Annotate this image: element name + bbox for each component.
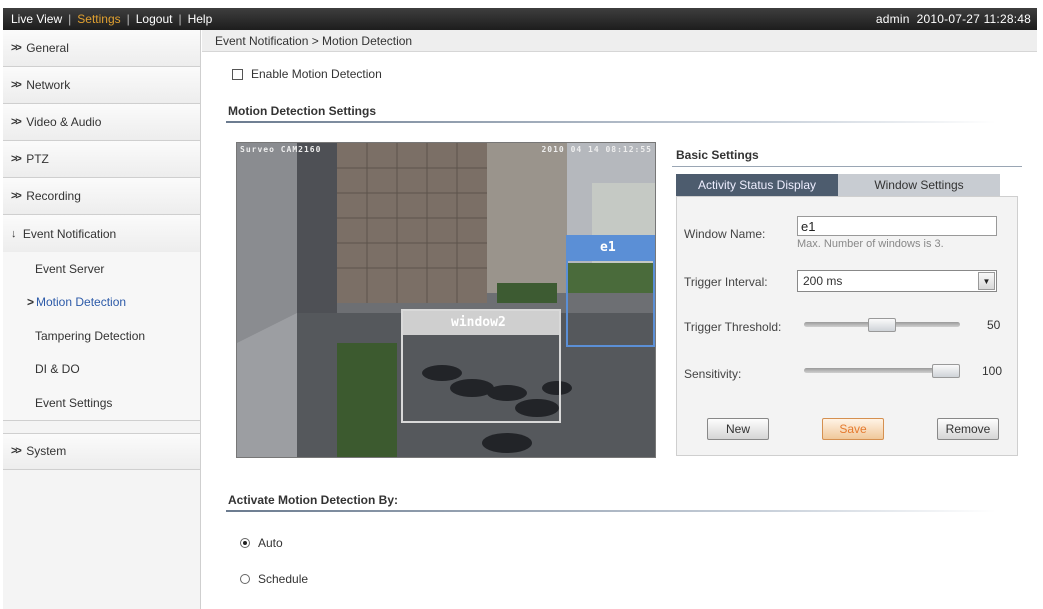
chevron-right-icon: > bbox=[27, 295, 35, 310]
top-nav-bar: Live View | Settings | Logout | Help adm… bbox=[3, 8, 1037, 30]
trigger-interval-label: Trigger Interval: bbox=[684, 275, 768, 289]
double-chevron-icon: >> bbox=[11, 445, 22, 457]
sensitivity-slider-thumb[interactable] bbox=[932, 364, 960, 378]
save-button[interactable]: Save bbox=[822, 418, 884, 440]
sidebar-item-general[interactable]: >> General bbox=[3, 30, 200, 67]
tab-window-settings[interactable]: Window Settings bbox=[838, 174, 1000, 196]
double-chevron-icon: >> bbox=[11, 79, 22, 91]
window-name-input[interactable] bbox=[797, 216, 997, 236]
sidebar-subitem-tampering-detection[interactable]: Tampering Detection bbox=[3, 319, 200, 353]
sidebar-item-event-notification[interactable]: ↓ Event Notification bbox=[3, 215, 200, 252]
radio-auto-row[interactable]: Auto bbox=[240, 536, 283, 550]
section-divider bbox=[226, 510, 996, 512]
main-nav: Live View | Settings | Logout | Help bbox=[11, 12, 212, 26]
trigger-interval-value: 200 ms bbox=[803, 274, 843, 288]
trigger-threshold-value: 50 bbox=[987, 318, 1001, 332]
sidebar-item-label: Video & Audio bbox=[26, 115, 102, 129]
enable-motion-row: Enable Motion Detection bbox=[232, 67, 382, 81]
double-chevron-icon: >> bbox=[11, 190, 22, 202]
camera-preview[interactable]: Surveo CAM2160 2010 04 14 08:12:55 e1 wi… bbox=[236, 142, 656, 458]
nav-live-view[interactable]: Live View bbox=[11, 12, 62, 26]
nav-separator: | bbox=[126, 12, 130, 26]
breadcrumb: Event Notification > Motion Detection bbox=[202, 30, 1037, 52]
double-chevron-icon: >> bbox=[11, 116, 22, 128]
event-notification-submenu: Event Server > Motion Detection Tampering… bbox=[3, 252, 200, 421]
nav-help[interactable]: Help bbox=[188, 12, 213, 26]
sidebar-item-label: System bbox=[26, 444, 67, 458]
sidebar-item-label: Recording bbox=[26, 189, 81, 203]
sidebar-item-label: PTZ bbox=[26, 152, 49, 166]
sensitivity-value: 100 bbox=[982, 364, 1003, 378]
enable-motion-label: Enable Motion Detection bbox=[251, 67, 382, 81]
sidebar-subitem-label: Motion Detection bbox=[36, 295, 127, 310]
window-label: window2 bbox=[451, 315, 506, 330]
trigger-threshold-label: Trigger Threshold: bbox=[684, 320, 782, 334]
sidebar-subitem-event-settings[interactable]: Event Settings bbox=[3, 386, 200, 420]
sidebar-item-system[interactable]: >> System bbox=[3, 432, 200, 470]
sensitivity-label: Sensitivity: bbox=[684, 367, 742, 381]
sidebar-item-network[interactable]: >> Network bbox=[3, 67, 200, 104]
radio-schedule-label: Schedule bbox=[258, 572, 309, 586]
remove-button[interactable]: Remove bbox=[937, 418, 999, 440]
username: admin bbox=[875, 12, 910, 26]
sidebar-item-video-audio[interactable]: >> Video & Audio bbox=[3, 104, 200, 141]
motion-window-window2[interactable]: window2 bbox=[401, 309, 561, 423]
sidebar-subitem-event-server[interactable]: Event Server bbox=[3, 252, 200, 286]
sidebar-item-ptz[interactable]: >> PTZ bbox=[3, 141, 200, 178]
basic-settings-title: Basic Settings bbox=[676, 148, 759, 162]
nav-logout[interactable]: Logout bbox=[136, 12, 173, 26]
radio-schedule-row[interactable]: Schedule bbox=[240, 572, 308, 586]
motion-settings-title: Motion Detection Settings bbox=[228, 104, 376, 118]
window-label: e1 bbox=[600, 240, 616, 255]
enable-motion-checkbox[interactable] bbox=[232, 68, 243, 80]
radio-auto-label: Auto bbox=[258, 536, 283, 550]
camera-osd-name: Surveo CAM2160 bbox=[240, 145, 322, 154]
basic-settings-divider bbox=[672, 166, 1022, 167]
nav-settings[interactable]: Settings bbox=[77, 12, 120, 26]
double-chevron-icon: >> bbox=[11, 42, 22, 54]
sidebar-subitem-motion-detection[interactable]: > Motion Detection bbox=[3, 286, 200, 320]
datetime: 2010-07-27 11:28:48 bbox=[916, 12, 1031, 26]
activate-by-title: Activate Motion Detection By: bbox=[228, 493, 399, 507]
double-chevron-icon: >> bbox=[11, 153, 22, 165]
sidebar-item-label: Network bbox=[26, 78, 71, 92]
window-name-hint: Max. Number of windows is 3. bbox=[797, 238, 944, 250]
tab-activity-status-display[interactable]: Activity Status Display bbox=[676, 174, 838, 196]
camera-osd-timestamp: 2010 04 14 08:12:55 bbox=[541, 145, 652, 154]
trigger-interval-select[interactable]: 200 ms ▼ bbox=[797, 270, 997, 292]
radio-schedule[interactable] bbox=[240, 574, 250, 584]
basic-settings-tabs: Activity Status Display Window Settings bbox=[676, 174, 1000, 196]
sidebar-item-recording[interactable]: >> Recording bbox=[3, 178, 200, 215]
nav-separator: | bbox=[178, 12, 182, 26]
user-datetime: admin 2010-07-27 11:28:48 bbox=[876, 12, 1031, 26]
section-divider bbox=[226, 121, 996, 123]
sidebar-item-label: Event Notification bbox=[22, 226, 117, 241]
double-chevron-down-icon: ↓ bbox=[11, 227, 17, 240]
nav-separator: | bbox=[68, 12, 72, 26]
radio-auto[interactable] bbox=[240, 538, 250, 548]
sidebar-item-label: General bbox=[26, 41, 69, 55]
motion-window-e1[interactable]: e1 bbox=[566, 235, 655, 347]
sidebar: >> General >> Network >> Video & Audio >… bbox=[3, 30, 201, 609]
chevron-down-icon[interactable]: ▼ bbox=[978, 272, 995, 290]
trigger-threshold-slider-thumb[interactable] bbox=[868, 318, 896, 332]
new-button[interactable]: New bbox=[707, 418, 769, 440]
window-name-label: Window Name: bbox=[684, 227, 766, 241]
sidebar-subitem-di-do[interactable]: DI & DO bbox=[3, 353, 200, 387]
